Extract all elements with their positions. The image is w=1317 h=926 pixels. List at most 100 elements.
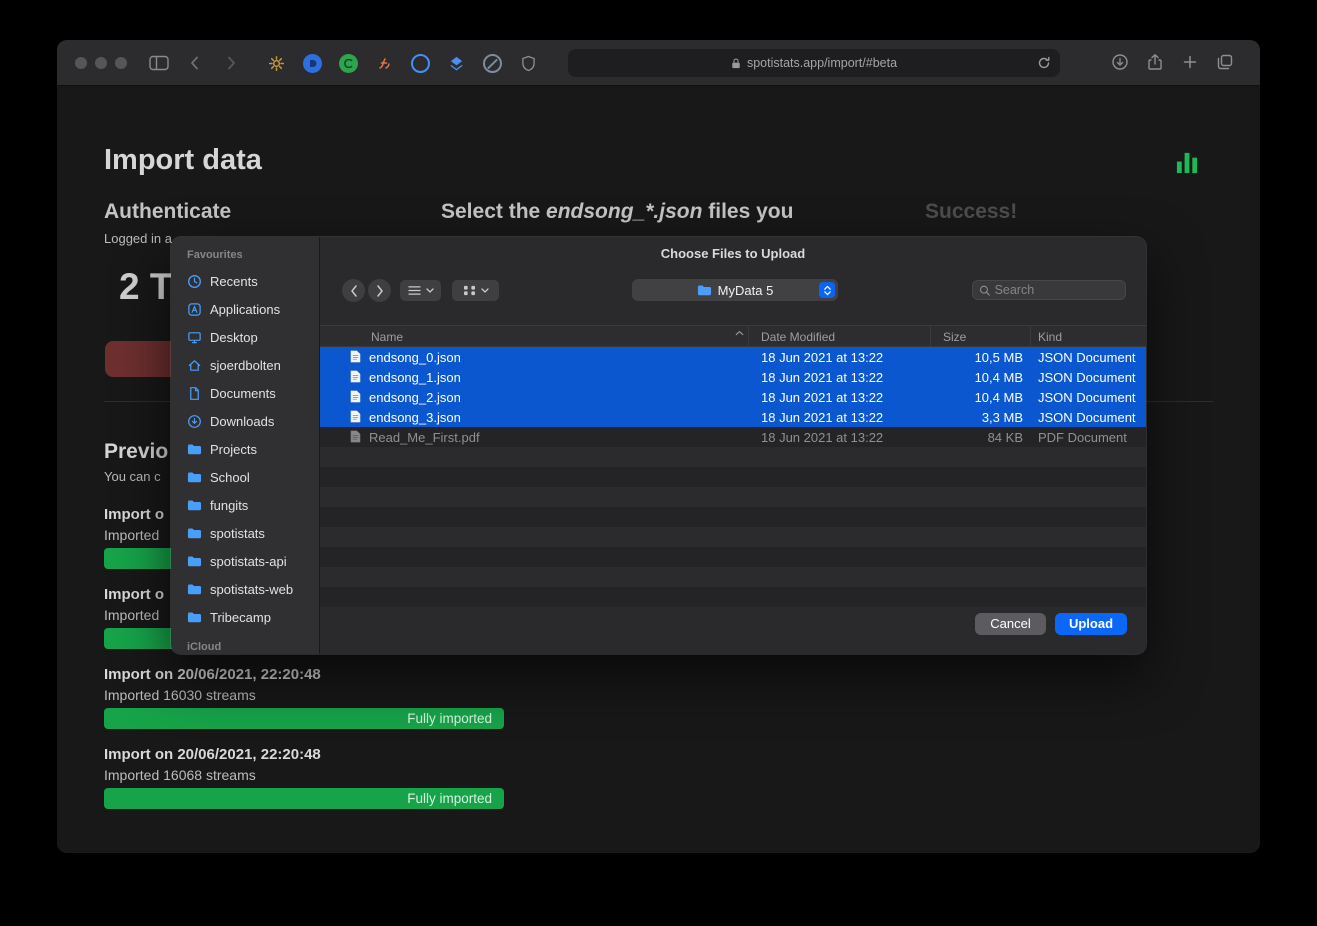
import-progress-bar: Fully imported bbox=[104, 788, 504, 809]
step-select-heading: Select the endsong_*.json files you bbox=[441, 200, 793, 224]
location-popup[interactable]: MyData 5 bbox=[632, 279, 838, 301]
page-title: Import data bbox=[104, 144, 262, 177]
zoom-window-button[interactable] bbox=[115, 57, 127, 69]
blocker-extension-icon[interactable] bbox=[483, 54, 502, 73]
sidebar-item-label: spotistats bbox=[210, 526, 265, 541]
json-file-icon bbox=[350, 350, 361, 363]
select-heading-filename: endsong_*.json bbox=[546, 200, 702, 223]
column-kind[interactable]: Kind bbox=[1038, 330, 1062, 344]
sidebar-item-tribecamp[interactable]: Tribecamp bbox=[171, 603, 319, 631]
file-size: 3,3 MB bbox=[911, 410, 1023, 425]
dialog-back-button[interactable] bbox=[342, 279, 365, 302]
sidebar-item-label: Documents bbox=[210, 386, 276, 401]
grid-view-button[interactable] bbox=[452, 280, 499, 301]
upload-button[interactable]: Upload bbox=[1055, 613, 1127, 635]
file-row[interactable]: endsong_2.json 18 Jun 2021 at 13:22 10,4… bbox=[320, 387, 1146, 407]
folder-icon bbox=[187, 582, 202, 597]
new-tab-icon[interactable] bbox=[1181, 53, 1199, 71]
address-bar[interactable]: spotistats.app/import/#beta bbox=[568, 49, 1060, 77]
progress-badge: Fully imported bbox=[407, 711, 492, 726]
chevron-down-icon bbox=[481, 288, 489, 293]
orange-glyph-extension-icon[interactable] bbox=[375, 54, 394, 73]
previous-imports-heading: Previo bbox=[104, 440, 168, 464]
green-circle-extension-icon[interactable] bbox=[339, 54, 358, 73]
home-icon bbox=[187, 358, 202, 373]
gear-extension-icon[interactable] bbox=[267, 54, 286, 73]
sidebar-item-desktop[interactable]: Desktop bbox=[171, 323, 319, 351]
list-view-button[interactable] bbox=[400, 280, 441, 301]
empty-row bbox=[320, 587, 1146, 607]
pdf-file-icon bbox=[350, 430, 361, 443]
shield-extension-icon[interactable] bbox=[519, 54, 538, 73]
layers-extension-icon[interactable] bbox=[447, 54, 466, 73]
import-progress-bar: Fully imported bbox=[104, 708, 504, 729]
sidebar-item-fungits[interactable]: fungits bbox=[171, 491, 319, 519]
sidebar-item-recents[interactable]: Recents bbox=[171, 267, 319, 295]
sidebar-item-downloads[interactable]: Downloads bbox=[171, 407, 319, 435]
file-row[interactable]: endsong_0.json 18 Jun 2021 at 13:22 10,5… bbox=[320, 347, 1146, 367]
import-entry: Import on 20/06/2021, 22:20:48 Imported … bbox=[104, 666, 504, 729]
forward-icon[interactable] bbox=[227, 53, 236, 73]
empty-row bbox=[320, 527, 1146, 547]
column-divider bbox=[748, 326, 749, 346]
blue-circle-extension-icon[interactable] bbox=[303, 54, 322, 73]
file-row[interactable]: Read_Me_First.pdf 18 Jun 2021 at 13:22 8… bbox=[320, 427, 1146, 447]
sidebar-item-spotistats[interactable]: spotistats bbox=[171, 519, 319, 547]
chevron-down-icon bbox=[426, 288, 434, 293]
reload-icon[interactable] bbox=[1037, 56, 1051, 70]
tabs-overview-icon[interactable] bbox=[1216, 53, 1234, 71]
file-table-header: Name Date Modified Size Kind bbox=[320, 325, 1146, 347]
close-window-button[interactable] bbox=[75, 57, 87, 69]
lock-icon bbox=[731, 57, 741, 70]
sidebar-item-home[interactable]: sjoerdbolten bbox=[171, 351, 319, 379]
file-list[interactable]: endsong_0.json 18 Jun 2021 at 13:22 10,5… bbox=[320, 347, 1146, 607]
sidebar-item-label: Tribecamp bbox=[210, 610, 271, 625]
file-date: 18 Jun 2021 at 13:22 bbox=[761, 430, 883, 445]
file-kind: JSON Document bbox=[1038, 350, 1136, 365]
import-entry: Import on 20/06/2021, 22:20:48 Imported … bbox=[104, 746, 504, 809]
folder-icon bbox=[187, 498, 202, 513]
file-size: 10,4 MB bbox=[911, 390, 1023, 405]
json-file-icon bbox=[350, 390, 361, 403]
ring-extension-icon[interactable] bbox=[411, 54, 430, 73]
icloud-section-label: iCloud bbox=[187, 639, 319, 654]
sidebar-item-spotistats-api[interactable]: spotistats-api bbox=[171, 547, 319, 575]
dialog-forward-button[interactable] bbox=[368, 279, 391, 302]
file-name: endsong_3.json bbox=[369, 410, 461, 425]
file-date: 18 Jun 2021 at 13:22 bbox=[761, 390, 883, 405]
search-input[interactable] bbox=[995, 283, 1119, 297]
sidebar-item-label: School bbox=[210, 470, 250, 485]
file-kind: PDF Document bbox=[1038, 430, 1127, 445]
file-row[interactable]: endsong_1.json 18 Jun 2021 at 13:22 10,4… bbox=[320, 367, 1146, 387]
file-row[interactable]: endsong_3.json 18 Jun 2021 at 13:22 3,3 … bbox=[320, 407, 1146, 427]
folder-icon bbox=[697, 283, 712, 298]
file-name: endsong_2.json bbox=[369, 390, 461, 405]
sidebar-item-label: sjoerdbolten bbox=[210, 358, 281, 373]
back-icon[interactable] bbox=[190, 53, 199, 73]
file-size: 10,4 MB bbox=[911, 370, 1023, 385]
file-size: 84 KB bbox=[911, 430, 1023, 445]
sidebar-item-projects[interactable]: Projects bbox=[171, 435, 319, 463]
column-size[interactable]: Size bbox=[943, 330, 966, 344]
folder-icon bbox=[187, 526, 202, 541]
sidebar-toggle-icon[interactable] bbox=[149, 53, 169, 73]
dialog-sidebar: Favourites Recents Applications Desktop … bbox=[171, 237, 320, 654]
dialog-search-field[interactable] bbox=[972, 280, 1126, 300]
sidebar-item-applications[interactable]: Applications bbox=[171, 295, 319, 323]
minimize-window-button[interactable] bbox=[95, 57, 107, 69]
sidebar-item-label: Recents bbox=[210, 274, 258, 289]
sidebar-item-spotistats-web[interactable]: spotistats-web bbox=[171, 575, 319, 603]
sidebar-item-school[interactable]: School bbox=[171, 463, 319, 491]
empty-row bbox=[320, 507, 1146, 527]
import-entry-subtitle: Imported 16030 streams bbox=[104, 687, 504, 703]
downloads-icon[interactable] bbox=[1111, 53, 1129, 71]
json-file-icon bbox=[350, 410, 361, 423]
column-name[interactable]: Name bbox=[371, 330, 403, 344]
logged-in-text: Logged in a bbox=[104, 231, 172, 246]
file-date: 18 Jun 2021 at 13:22 bbox=[761, 410, 883, 425]
sidebar-item-documents[interactable]: Documents bbox=[171, 379, 319, 407]
cancel-button[interactable]: Cancel bbox=[975, 613, 1046, 635]
share-icon[interactable] bbox=[1146, 53, 1164, 71]
download-circle-icon bbox=[187, 414, 202, 429]
column-date-modified[interactable]: Date Modified bbox=[761, 330, 835, 344]
